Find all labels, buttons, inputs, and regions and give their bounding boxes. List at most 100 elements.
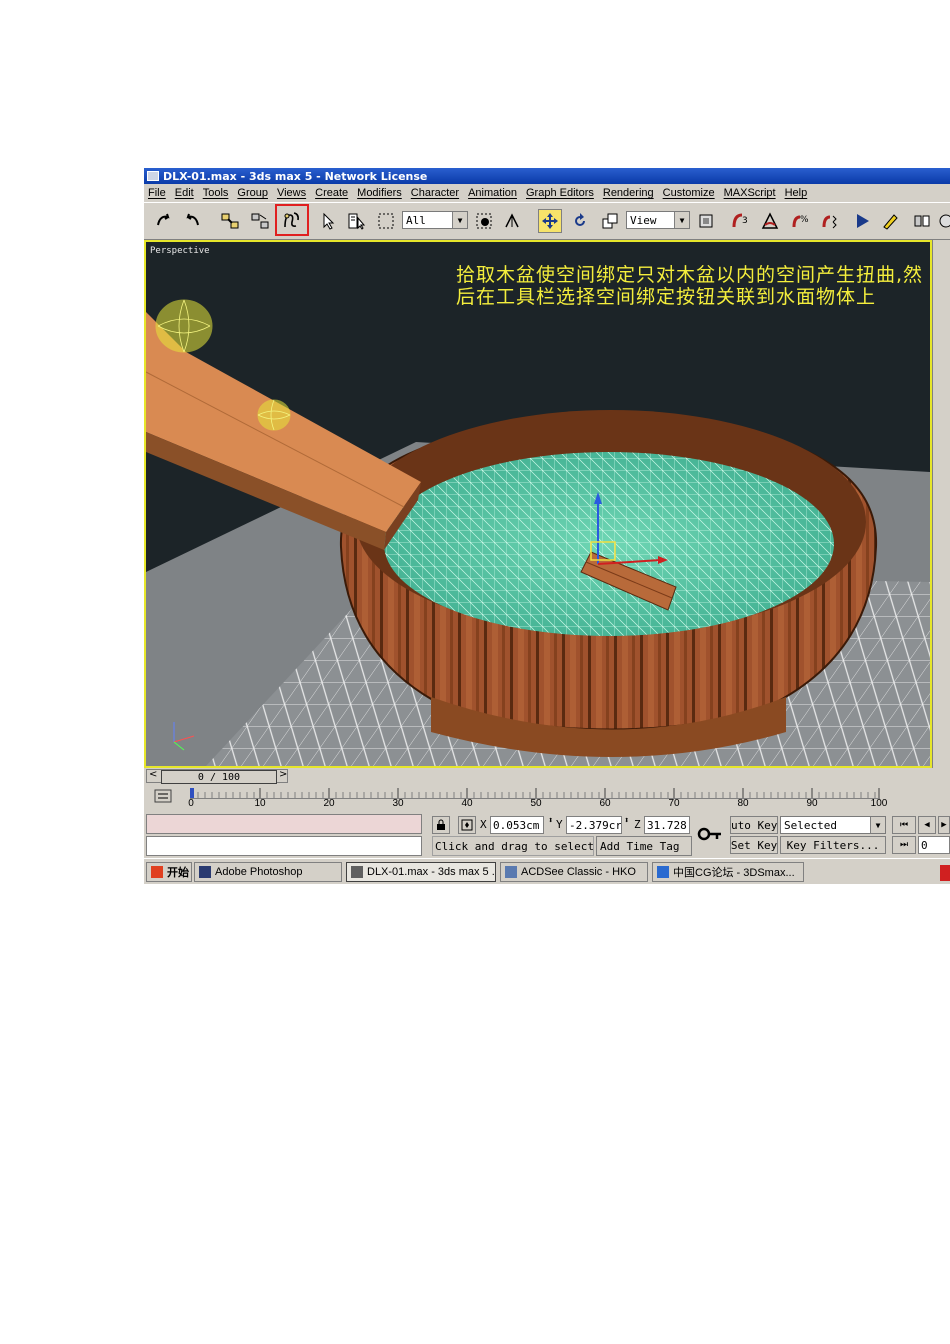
- menu-bar: File Edit Tools Group Views Create Modif…: [144, 184, 950, 202]
- svg-text:3: 3: [742, 216, 748, 226]
- x-coord-value: 0.053cm: [493, 818, 540, 832]
- time-slider-thumb[interactable]: 0 / 100: [161, 770, 277, 784]
- auto-key-button[interactable]: uto Key: [730, 816, 778, 834]
- prompt-line: Click and drag to select: [432, 836, 594, 856]
- task-3dsmax[interactable]: DLX-01.max - 3ds max 5 ...: [346, 862, 496, 882]
- percent-snap-icon[interactable]: %: [788, 209, 812, 233]
- y-spinner-icon[interactable]: ⬍: [624, 816, 629, 826]
- previous-frame-icon[interactable]: ◀: [918, 816, 936, 834]
- tick-label: 80: [737, 798, 749, 809]
- maxscript-output-mini[interactable]: [146, 836, 422, 856]
- task-label: 中国CG论坛 - 3DSmax...: [673, 867, 795, 879]
- z-coord-label: Z: [634, 818, 641, 831]
- menu-rendering[interactable]: Rendering: [599, 187, 659, 199]
- trackbar[interactable]: 0 10 20 30 40 50 60 70 80 90 100: [144, 786, 950, 812]
- undo-icon[interactable]: [152, 209, 176, 233]
- selection-filter-dropdown[interactable]: All ▼: [402, 211, 468, 229]
- tick-label: 20: [323, 798, 335, 809]
- perspective-viewport[interactable]: Perspective 拾取木盆使空间绑定只对木盆以内的空间产生扭曲,然后在工具…: [144, 240, 932, 768]
- start-label: 开始: [167, 867, 189, 879]
- windows-taskbar: 开始 Adobe Photoshop DLX-01.max - 3ds max …: [144, 858, 950, 884]
- current-frame-marker: [190, 788, 194, 798]
- viewport-label[interactable]: Perspective: [150, 246, 210, 256]
- play-animation-icon[interactable]: ▶: [938, 816, 950, 834]
- time-slider[interactable]: < 0 / 100 >: [144, 768, 932, 786]
- lock-selection-icon[interactable]: [432, 816, 450, 834]
- coord-system-value: View: [630, 213, 657, 227]
- y-coord-field[interactable]: -2.379cr: [566, 816, 622, 834]
- window-title: DLX-01.max - 3ds max 5 - Network License: [163, 169, 428, 183]
- start-button[interactable]: 开始: [146, 862, 192, 882]
- menu-tools[interactable]: Tools: [199, 187, 234, 199]
- unlink-icon[interactable]: [248, 209, 272, 233]
- menu-customize[interactable]: Customize: [659, 187, 720, 199]
- tray-icon[interactable]: [940, 865, 950, 881]
- menu-modifiers[interactable]: Modifiers: [353, 187, 407, 199]
- x-coord-field[interactable]: 0.053cm: [490, 816, 544, 834]
- menu-character[interactable]: Character: [407, 187, 464, 199]
- select-and-link-icon[interactable]: [218, 209, 242, 233]
- go-to-start-icon[interactable]: ⏮: [892, 816, 916, 834]
- task-acdsee[interactable]: ACDSee Classic - HKO: [500, 862, 648, 882]
- tick-label: 10: [254, 798, 266, 809]
- add-time-tag-button[interactable]: Add Time Tag: [596, 836, 692, 856]
- key-mode-dropdown[interactable]: Selected ▼: [780, 816, 886, 834]
- tick-label: 90: [806, 798, 818, 809]
- task-browser[interactable]: 中国CG论坛 - 3DSmax...: [652, 862, 804, 882]
- time-slider-track[interactable]: < 0 / 100 >: [146, 769, 288, 784]
- x-spinner-icon[interactable]: ⬍: [548, 816, 553, 826]
- absolute-mode-icon[interactable]: [458, 816, 476, 834]
- windows-logo-icon: [151, 866, 163, 878]
- menu-group[interactable]: Group: [233, 187, 273, 199]
- maxscript-listener-mini[interactable]: [146, 814, 422, 834]
- set-key-button[interactable]: Set Key: [730, 836, 778, 854]
- photoshop-icon: [199, 866, 211, 878]
- auto-key-label: uto Key: [731, 818, 778, 832]
- task-label: DLX-01.max - 3ds max 5 ...: [367, 866, 496, 878]
- chevron-down-icon: ▼: [674, 212, 689, 228]
- add-time-tag-label: Add Time Tag: [600, 839, 680, 853]
- task-photoshop[interactable]: Adobe Photoshop: [194, 862, 342, 882]
- menu-edit[interactable]: Edit: [171, 187, 199, 199]
- menu-graph-editors[interactable]: Graph Editors: [522, 187, 599, 199]
- reference-coord-dropdown[interactable]: View ▼: [626, 211, 690, 229]
- chevron-left-icon[interactable]: <: [149, 769, 157, 780]
- tick-label: 30: [392, 798, 404, 809]
- key-icon[interactable]: [696, 820, 724, 848]
- menu-help[interactable]: Help: [781, 187, 813, 199]
- menu-file[interactable]: File: [144, 187, 171, 199]
- mirror-icon[interactable]: [910, 209, 934, 233]
- menu-maxscript[interactable]: MAXScript: [720, 187, 781, 199]
- play-icon[interactable]: [850, 209, 874, 233]
- select-and-rotate-icon[interactable]: [568, 209, 592, 233]
- curve-editor-icon[interactable]: [154, 788, 172, 804]
- redo-icon[interactable]: [180, 209, 204, 233]
- select-and-scale-icon[interactable]: [598, 209, 622, 233]
- spinner-snap-icon[interactable]: [818, 209, 842, 233]
- window-crossing-icon[interactable]: [472, 209, 496, 233]
- key-mode-toggle-icon[interactable]: ⏭: [892, 836, 916, 854]
- key-filters-label: Key Filters...: [786, 838, 880, 852]
- title-bar[interactable]: DLX-01.max - 3ds max 5 - Network License: [144, 168, 950, 184]
- current-frame-field[interactable]: 0: [918, 836, 950, 854]
- use-pivot-icon[interactable]: [694, 209, 718, 233]
- menu-create[interactable]: Create: [311, 187, 353, 199]
- rectangular-selection-icon[interactable]: [374, 209, 398, 233]
- menu-views[interactable]: Views: [273, 187, 311, 199]
- bind-to-space-warp-icon[interactable]: [275, 204, 309, 236]
- snap-3d-icon[interactable]: [500, 209, 524, 233]
- snap-toggle-icon[interactable]: 3: [728, 209, 752, 233]
- current-frame-value: 0: [921, 838, 928, 852]
- chevron-right-icon[interactable]: >: [279, 769, 287, 780]
- align-icon[interactable]: [934, 209, 950, 233]
- select-object-icon[interactable]: [316, 209, 340, 233]
- set-key-label: Set Key: [730, 838, 778, 852]
- z-coord-field[interactable]: 31.728: [644, 816, 690, 834]
- menu-animation[interactable]: Animation: [464, 187, 522, 199]
- named-selection-icon[interactable]: [878, 209, 902, 233]
- angle-snap-icon[interactable]: [758, 209, 782, 233]
- select-by-name-icon[interactable]: [344, 209, 368, 233]
- key-filters-button[interactable]: Key Filters...: [780, 836, 886, 854]
- select-and-move-icon[interactable]: [538, 209, 562, 233]
- command-panel[interactable]: [932, 240, 950, 768]
